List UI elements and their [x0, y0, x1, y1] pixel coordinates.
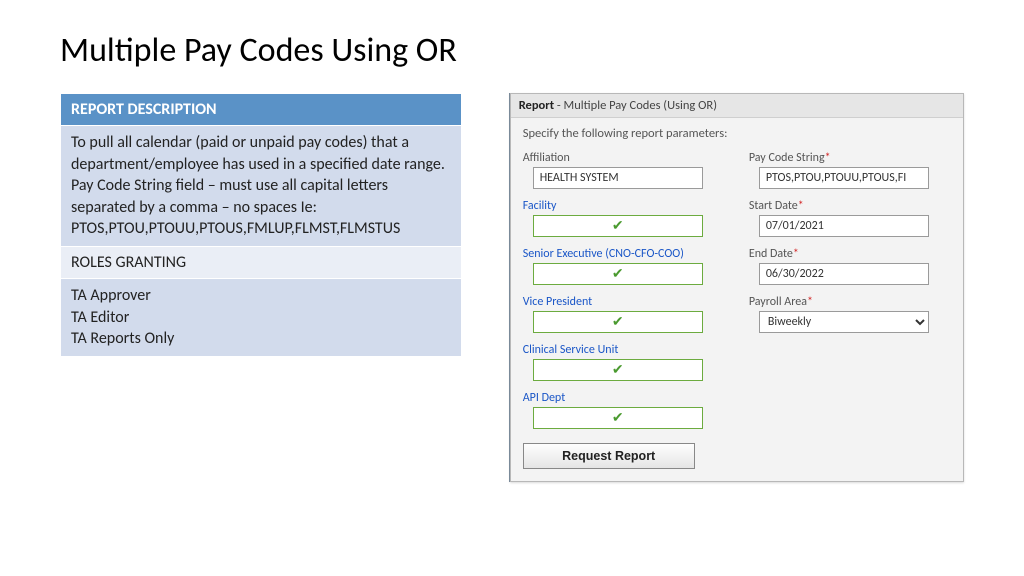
- field-affiliation: Affiliation: [523, 151, 725, 189]
- desc-header: REPORT DESCRIPTION: [61, 94, 462, 126]
- enddate-input[interactable]: [759, 263, 929, 285]
- report-panel: Report - Multiple Pay Codes (Using OR) S…: [510, 93, 964, 482]
- desc-body: To pull all calendar (paid or unpaid pay…: [61, 126, 462, 247]
- payroll-select[interactable]: Biweekly: [759, 311, 929, 333]
- field-csu: Clinical Service Unit ✔: [523, 343, 725, 381]
- csu-picker[interactable]: ✔: [533, 359, 703, 381]
- senior-picker[interactable]: ✔: [533, 263, 703, 285]
- roles-body: TA Approver TA Editor TA Reports Only: [61, 278, 462, 356]
- field-vp: Vice President ✔: [523, 295, 725, 333]
- info-table: REPORT DESCRIPTION To pull all calendar …: [60, 93, 462, 357]
- check-icon: ✔: [612, 313, 624, 330]
- affiliation-input[interactable]: [533, 167, 703, 189]
- check-icon: ✔: [612, 265, 624, 282]
- field-enddate: End Date*: [749, 247, 951, 285]
- request-report-button[interactable]: Request Report: [523, 443, 695, 469]
- check-icon: ✔: [612, 409, 624, 426]
- page-title: Multiple Pay Codes Using OR: [60, 30, 964, 71]
- paycode-input[interactable]: [759, 167, 929, 189]
- startdate-input[interactable]: [759, 215, 929, 237]
- field-paycode: Pay Code String*: [749, 151, 951, 189]
- field-facility: Facility ✔: [523, 199, 725, 237]
- field-senior: Senior Executive (CNO-CFO-COO) ✔: [523, 247, 725, 285]
- roles-header: ROLES GRANTING: [61, 246, 462, 278]
- field-payroll: Payroll Area* Biweekly: [749, 295, 951, 333]
- panel-header: Report - Multiple Pay Codes (Using OR): [511, 94, 963, 118]
- panel-instruction: Specify the following report parameters:: [523, 126, 951, 141]
- api-picker[interactable]: ✔: [533, 407, 703, 429]
- vp-picker[interactable]: ✔: [533, 311, 703, 333]
- check-icon: ✔: [612, 217, 624, 234]
- field-api: API Dept ✔: [523, 391, 725, 429]
- field-startdate: Start Date*: [749, 199, 951, 237]
- check-icon: ✔: [612, 361, 624, 378]
- facility-picker[interactable]: ✔: [533, 215, 703, 237]
